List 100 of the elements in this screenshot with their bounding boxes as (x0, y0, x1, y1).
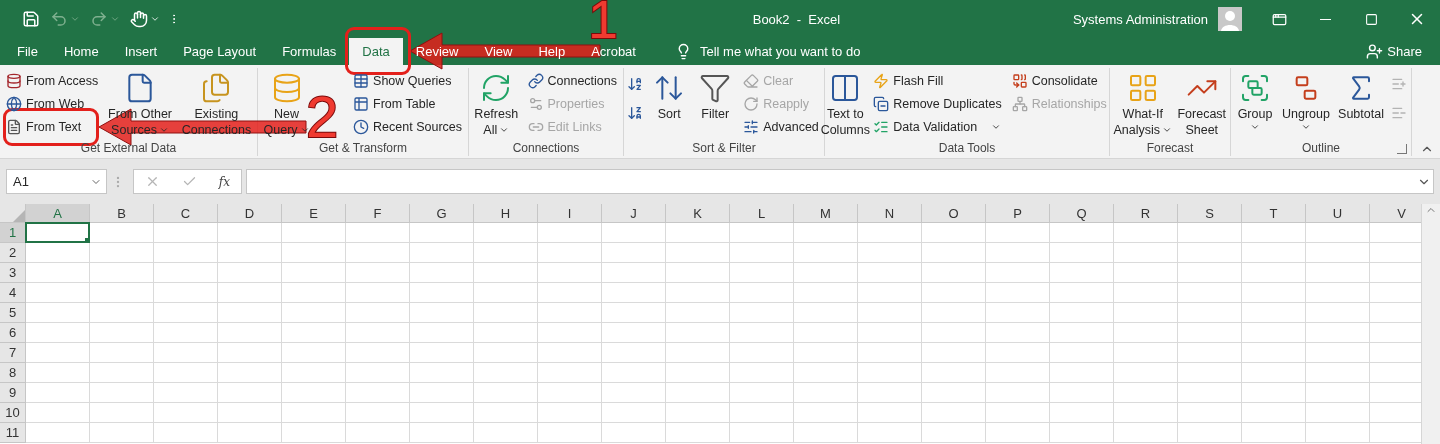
column-header[interactable]: H (474, 204, 538, 223)
grid-cell[interactable] (1306, 283, 1370, 303)
grid-cell[interactable] (346, 423, 410, 443)
grid-cell[interactable] (922, 383, 986, 403)
ribbon-button[interactable]: Remove Duplicates (871, 93, 1004, 115)
grid-cell[interactable] (1114, 263, 1178, 283)
ribbon-tab[interactable]: Data (349, 38, 403, 65)
grid-cell[interactable] (1050, 363, 1114, 383)
grid-cell[interactable] (474, 323, 538, 343)
grid-cell[interactable] (986, 323, 1050, 343)
column-header[interactable]: U (1306, 204, 1370, 223)
grid-cell[interactable] (410, 363, 474, 383)
grid-cell[interactable] (90, 263, 154, 283)
select-all-button[interactable] (0, 204, 26, 223)
grid-cell[interactable] (474, 223, 538, 243)
grid-cell[interactable] (602, 283, 666, 303)
grid-cell[interactable] (410, 243, 474, 263)
grid-cell[interactable] (218, 283, 282, 303)
grid-cell[interactable] (1050, 403, 1114, 423)
formula-input[interactable] (246, 169, 1434, 194)
grid-cell[interactable] (26, 403, 90, 423)
row-header[interactable]: 3 (0, 263, 26, 283)
row-header[interactable]: 1 (0, 223, 26, 243)
grid-cell[interactable] (986, 243, 1050, 263)
grid-cell[interactable] (282, 283, 346, 303)
grid-cell[interactable] (218, 243, 282, 263)
grid-cell[interactable] (858, 403, 922, 423)
grid-cell[interactable] (154, 223, 218, 243)
grid-cell[interactable] (858, 263, 922, 283)
ribbon-button[interactable]: What-If Analysis (1114, 68, 1172, 138)
grid-cell[interactable] (154, 363, 218, 383)
column-header[interactable]: G (410, 204, 474, 223)
grid-cell[interactable] (730, 323, 794, 343)
grid-cell[interactable] (154, 323, 218, 343)
column-header[interactable]: C (154, 204, 218, 223)
grid-cell[interactable] (666, 343, 730, 363)
grid-cell[interactable] (602, 223, 666, 243)
grid-cell[interactable] (282, 383, 346, 403)
column-header[interactable]: J (602, 204, 666, 223)
grid-cell[interactable] (282, 303, 346, 323)
grid-cell[interactable] (858, 343, 922, 363)
ribbon-button[interactable]: Refresh All (473, 68, 520, 138)
ribbon-button[interactable]: From Text (4, 116, 101, 138)
grid-cell[interactable] (1178, 363, 1242, 383)
grid-cell[interactable] (858, 363, 922, 383)
grid-cell[interactable] (730, 263, 794, 283)
grid-cell[interactable] (1306, 323, 1370, 343)
grid-cell[interactable] (538, 243, 602, 263)
grid-cell[interactable] (794, 343, 858, 363)
grid-cell[interactable] (1242, 323, 1306, 343)
grid-cell[interactable] (986, 403, 1050, 423)
grid-cell[interactable] (666, 363, 730, 383)
column-header[interactable]: D (218, 204, 282, 223)
grid-cell[interactable] (666, 303, 730, 323)
grid-cell[interactable] (666, 383, 730, 403)
grid-cell[interactable] (154, 243, 218, 263)
grid-cell[interactable] (474, 423, 538, 443)
grid-cell[interactable] (794, 403, 858, 423)
grid-cell[interactable] (90, 423, 154, 443)
grid-cell[interactable] (90, 223, 154, 243)
grid-cell[interactable] (474, 403, 538, 423)
grid-cell[interactable] (90, 343, 154, 363)
grid-cell[interactable] (474, 283, 538, 303)
grid-cell[interactable] (474, 363, 538, 383)
grid-cell[interactable] (986, 263, 1050, 283)
grid-cell[interactable] (538, 263, 602, 283)
grid-cell[interactable] (282, 363, 346, 383)
grid-cell[interactable] (794, 283, 858, 303)
grid-cell[interactable] (282, 343, 346, 363)
ribbon-button[interactable]: Flash Fill (871, 70, 1004, 92)
grid-cell[interactable] (410, 383, 474, 403)
grid-cell[interactable] (1242, 243, 1306, 263)
column-header[interactable]: R (1114, 204, 1178, 223)
column-header[interactable]: B (90, 204, 154, 223)
grid-cell[interactable] (474, 303, 538, 323)
grid-cell[interactable] (1050, 423, 1114, 443)
grid-cell[interactable] (218, 263, 282, 283)
grid-cell[interactable] (602, 343, 666, 363)
grid-cell[interactable] (1306, 303, 1370, 323)
tell-me-field[interactable]: Tell me what you want to do (699, 44, 861, 59)
grid-cell[interactable] (858, 243, 922, 263)
active-cell[interactable] (25, 222, 90, 243)
column-header[interactable]: V (1370, 204, 1421, 223)
grid-cell[interactable] (218, 363, 282, 383)
ribbon-button[interactable]: Group (1235, 68, 1275, 132)
grid-cell[interactable] (1178, 323, 1242, 343)
ribbon-button[interactable]: Existing Connections (179, 68, 253, 138)
ribbon-tab[interactable]: Insert (111, 38, 171, 65)
grid-cell[interactable] (218, 423, 282, 443)
grid-cell[interactable] (1178, 223, 1242, 243)
grid-cell[interactable] (1178, 263, 1242, 283)
grid-cell[interactable] (26, 423, 90, 443)
grid-cell[interactable] (858, 283, 922, 303)
column-header[interactable]: K (666, 204, 730, 223)
grid-cell[interactable] (922, 303, 986, 323)
grid-cell[interactable] (986, 343, 1050, 363)
grid-cell[interactable] (1114, 323, 1178, 343)
row-header[interactable]: 8 (0, 363, 26, 383)
grid-cell[interactable] (794, 223, 858, 243)
ribbon-tab[interactable]: Review (402, 38, 472, 65)
